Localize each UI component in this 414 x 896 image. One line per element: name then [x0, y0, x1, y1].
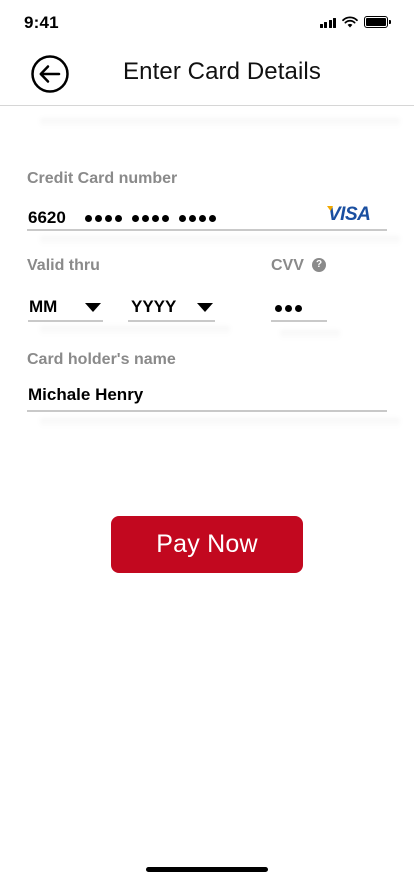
home-indicator	[146, 867, 268, 872]
expiry-month-underline	[28, 320, 103, 322]
card-number-shadow	[40, 118, 400, 128]
caret-down-icon	[197, 302, 213, 312]
expiry-month-value: MM	[29, 297, 58, 316]
status-icons	[319, 15, 391, 29]
pay-now-button[interactable]: Pay Now	[111, 516, 303, 573]
wifi-icon	[342, 16, 358, 28]
card-number-masked-digits	[85, 215, 216, 222]
caret-down-icon	[85, 302, 101, 312]
question-circle-icon[interactable]: ?	[312, 258, 326, 272]
header: Enter Card Details	[0, 44, 414, 106]
valid-thru-label: Valid thru	[27, 257, 100, 274]
cvv-underline	[271, 320, 327, 322]
card-holder-underline	[27, 410, 387, 412]
cvv-label: CVV	[271, 257, 304, 274]
expiry-year-underline	[128, 320, 215, 322]
cellular-signal-icon	[319, 17, 336, 28]
page-title: Enter Card Details	[123, 58, 321, 85]
name-field-shadow	[40, 418, 400, 428]
card-number-label: Credit Card number	[27, 170, 178, 187]
card-holder-label: Card holder's name	[27, 351, 176, 368]
expiry-field-shadow	[40, 326, 230, 336]
expiry-year-select[interactable]: YYYY	[131, 295, 213, 319]
cvv-field-shadow	[280, 330, 340, 340]
visa-logo: VISA	[328, 204, 371, 225]
expiry-year-value: YYYY	[131, 297, 177, 316]
card-holder-input[interactable]: Michale Henry	[28, 385, 386, 409]
battery-icon	[364, 16, 391, 28]
card-number-field-shadow	[40, 236, 400, 246]
status-time: 9:41	[24, 13, 59, 32]
status-bar: 9:41	[0, 0, 414, 44]
card-number-underline	[27, 229, 387, 231]
expiry-month-select[interactable]: MM	[29, 295, 101, 319]
cvv-masked-digits	[275, 305, 302, 312]
card-number-visible-digits: 6620	[28, 208, 66, 227]
